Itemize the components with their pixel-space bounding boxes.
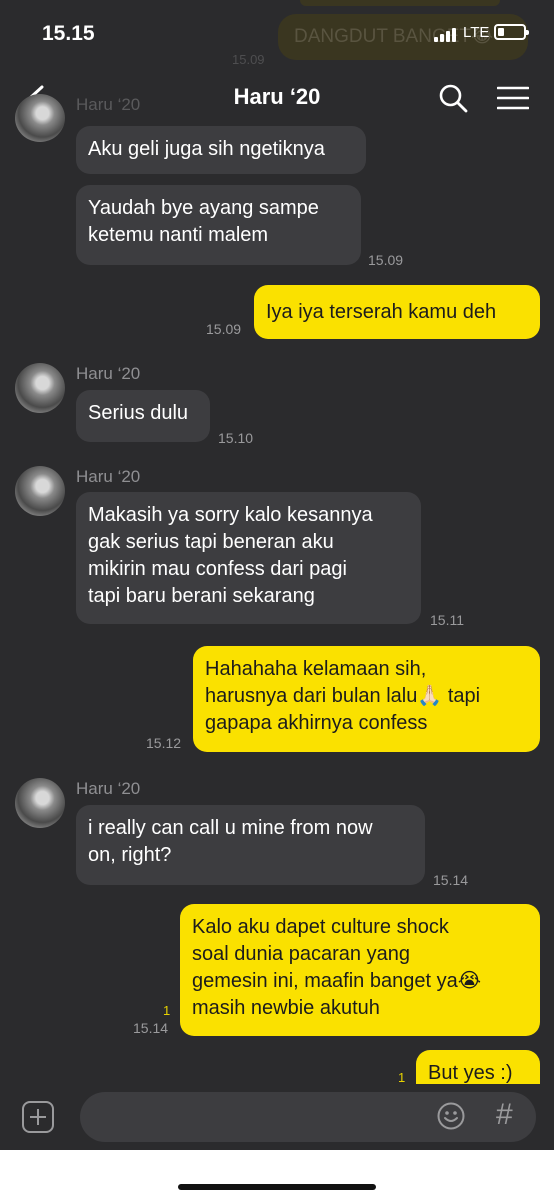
bottom-safe-area [0, 1150, 554, 1200]
message-bubble-outgoing[interactable]: Iya iya terserah kamu deh [254, 285, 540, 339]
sender-name: Haru ‘20 [76, 779, 141, 798]
message-bubble-incoming[interactable]: i really can call u mine from now on, ri… [76, 805, 425, 885]
sender-name: Haru ‘20 [76, 467, 141, 486]
plus-icon[interactable] [22, 1101, 54, 1133]
unread-count: 1 [398, 1070, 406, 1085]
ghost-message-time: 15.09 [232, 52, 265, 67]
battery-icon [494, 24, 529, 40]
message-bubble-incoming[interactable]: Makasih ya sorry kalo kesannya gak seriu… [76, 492, 421, 624]
avatar[interactable] [15, 94, 65, 142]
message-time: 15.12 [146, 735, 182, 751]
unread-count: 1 [163, 1003, 171, 1018]
network-label: LTE [463, 24, 490, 41]
ghost-bubble-edge [300, 0, 500, 6]
home-indicator[interactable] [178, 1184, 376, 1190]
message-bubble-incoming[interactable]: Serius dulu [76, 390, 210, 442]
search-icon[interactable] [438, 83, 468, 113]
status-time: 15.15 [42, 22, 95, 45]
avatar[interactable] [15, 466, 65, 516]
message-bubble-outgoing[interactable]: Hahahaha kelamaan sih, harusnya dari bul… [193, 646, 540, 752]
message-time: 15.10 [218, 430, 254, 446]
hashtag-icon[interactable]: # [496, 1098, 513, 1132]
hamburger-menu-icon[interactable] [497, 86, 529, 110]
ghost-message-bubble: DANGDUT BANGET😂 [278, 14, 528, 60]
message-bubble-outgoing[interactable]: Kalo aku dapet culture shock soal dunia … [180, 904, 540, 1036]
message-input[interactable] [80, 1092, 536, 1142]
sender-name: Haru ‘20 [76, 364, 141, 383]
message-bubble-incoming[interactable]: Yaudah bye ayang sampe ketemu nanti male… [76, 185, 361, 265]
message-time: 15.14 [133, 1020, 169, 1036]
message-bubble-incoming[interactable]: Aku geli juga sih ngetiknya [76, 126, 366, 174]
message-time: 15.09 [368, 252, 404, 268]
message-time: 15.14 [433, 872, 469, 888]
avatar[interactable] [15, 363, 65, 413]
signal-icon [434, 26, 458, 42]
message-time: 15.11 [430, 612, 464, 628]
avatar[interactable] [15, 778, 65, 828]
sender-name: Haru ‘20 [76, 95, 141, 114]
status-bar: DANGDUT BANGET😂 15.09 15.15 LTE [0, 0, 554, 70]
message-time: 15.09 [206, 321, 242, 337]
emoji-icon[interactable] [437, 1102, 465, 1130]
